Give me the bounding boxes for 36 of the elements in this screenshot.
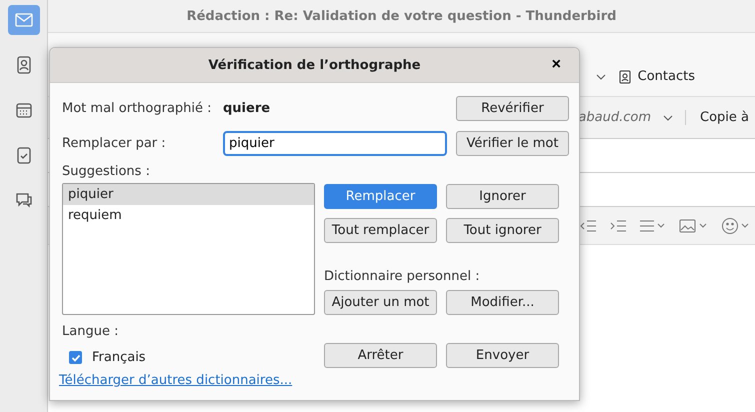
dialog-button[interactable]: Remplacer [324, 184, 437, 209]
dialog-button[interactable]: Vérifier le mot [456, 131, 569, 156]
chevron-down-icon[interactable] [663, 112, 673, 122]
dialog-button[interactable]: Tout ignorer [446, 218, 559, 243]
checkbox-label: Français [92, 350, 146, 365]
dialog-button[interactable]: Arrêter [324, 343, 437, 368]
window-title: Rédaction : Re: Validation de votre question - Thunderbird [186, 8, 616, 24]
section-label: Langue : [62, 324, 120, 339]
close-button[interactable]: × [550, 56, 563, 74]
indent-icon[interactable] [609, 218, 627, 234]
suggestion-item[interactable]: requiem [63, 205, 314, 226]
suggestion-item[interactable]: piquier [63, 184, 314, 205]
section-label: Suggestions : [62, 164, 151, 179]
section-label: Dictionnaire personnel : [324, 269, 481, 284]
download-link[interactable]: Télécharger d’autres dictionnaires... [59, 373, 315, 388]
dialog-button[interactable]: Modifier... [446, 290, 559, 315]
checkbox[interactable] [69, 351, 82, 364]
cc-button[interactable]: Copie à [685, 110, 749, 125]
dialog-button[interactable]: Revérifier [456, 96, 569, 121]
contacts-icon [618, 70, 632, 84]
chevron-down-icon[interactable] [596, 72, 606, 82]
outdent-icon[interactable] [579, 218, 597, 234]
dialog-button[interactable]: Ajouter un mot [324, 290, 437, 315]
field-label: Remplacer par : [62, 136, 167, 151]
field-label: Mot mal orthographié : [62, 101, 213, 116]
contacts-button[interactable]: Contacts [618, 69, 695, 84]
emoji-icon[interactable] [721, 216, 751, 234]
dialog-button[interactable]: Envoyer [446, 343, 559, 368]
sender-address: abaud.com [578, 110, 651, 125]
image-icon[interactable] [679, 218, 709, 234]
dialog-button[interactable]: Ignorer [446, 184, 559, 209]
align-icon[interactable] [639, 218, 667, 234]
dialog-button[interactable]: Tout remplacer [324, 218, 437, 243]
dialog-title: Vérification de l’orthographe [208, 58, 421, 72]
replace-field[interactable]: piquier [223, 131, 447, 156]
misspelled-word: quiere [223, 101, 272, 116]
